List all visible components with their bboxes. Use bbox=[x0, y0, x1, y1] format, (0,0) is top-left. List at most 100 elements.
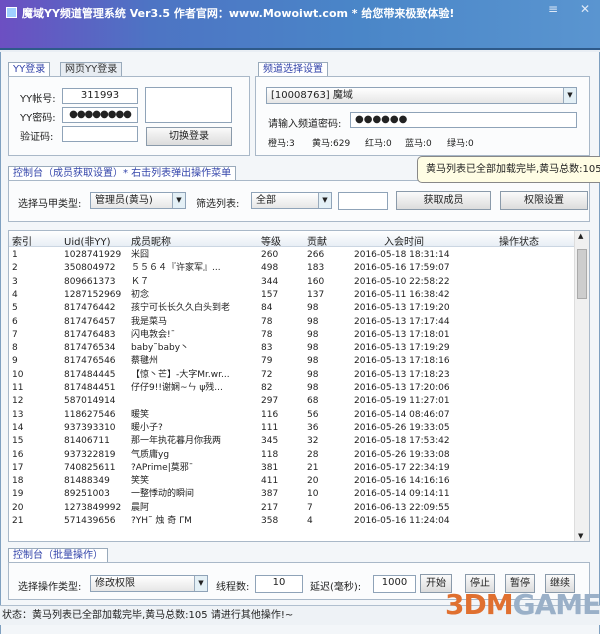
cell-level: 498 bbox=[261, 263, 279, 274]
filter-select[interactable]: 全部 ▼ bbox=[251, 192, 332, 209]
table-row[interactable]: 6 817476457 我是菜马 78 98 2016-05-13 17:17:44 bbox=[9, 316, 575, 329]
chevron-down-icon: ▼ bbox=[563, 88, 576, 103]
cell-index: 14 bbox=[12, 422, 24, 433]
scroll-up-icon[interactable]: ▲ bbox=[578, 232, 583, 240]
cell-join-time: 2016-05-13 17:17:44 bbox=[354, 316, 450, 327]
channel-select-value: [10008763] 魔域 bbox=[271, 90, 353, 101]
table-row[interactable]: 13 118627546 暖笑 116 56 2016-05-14 08:46:07 bbox=[9, 409, 575, 422]
cell-index: 2 bbox=[12, 263, 18, 274]
col-join-time[interactable]: 入会时间 bbox=[384, 233, 424, 248]
table-row[interactable]: 5 817476442 孩宁可长长久久白头到老 84 98 2016-05-13 17:1… bbox=[9, 302, 575, 315]
op-type-value: 修改权限 bbox=[95, 578, 135, 589]
col-contribution[interactable]: 贡献 bbox=[307, 233, 327, 248]
cell-join-time: 2016-05-18 18:31:14 bbox=[354, 250, 450, 260]
password-input[interactable]: ●●●●●●●● bbox=[62, 107, 138, 123]
cell-index: 9 bbox=[12, 356, 18, 367]
scroll-thumb[interactable] bbox=[577, 249, 587, 299]
op-type-select[interactable]: 修改权限 ▼ bbox=[90, 575, 208, 592]
cell-level: 217 bbox=[261, 502, 279, 513]
cell-index: 15 bbox=[12, 436, 24, 447]
cell-contribution: 98 bbox=[307, 329, 319, 340]
table-row[interactable]: 15 81406711 那一年执花暮月你我两 345 32 2016-05-18 17:5… bbox=[9, 435, 575, 448]
cell-join-time: 2016-05-13 17:20:06 bbox=[354, 383, 450, 393]
cell-join-time: 2016-05-16 17:59:07 bbox=[354, 263, 450, 274]
app-icon bbox=[6, 7, 17, 18]
table-row[interactable]: 4 1287152969 初念 157 137 2016-05-11 16:38:42 bbox=[9, 289, 575, 302]
cell-contribution: 56 bbox=[307, 409, 319, 420]
cell-join-time: 2016-05-18 17:53:42 bbox=[354, 436, 450, 447]
table-row[interactable]: 10 817484445 【惊丶芒】-大字Mr.wr... 72 98 2016-05-1… bbox=[9, 369, 575, 382]
cell-join-time: 2016-05-16 11:24:04 bbox=[354, 516, 450, 526]
table-row[interactable]: 9 817476546 蔡毽州 79 98 2016-05-13 17:18:16 bbox=[9, 355, 575, 368]
cell-nickname: 孩宁可长长久久白头到老 bbox=[131, 303, 231, 314]
cell-index: 12 bbox=[12, 396, 24, 407]
table-row[interactable]: 18 81488349 笑笑 411 20 2016-05-16 14:16:16 bbox=[9, 475, 575, 488]
cell-uid: 571439656 bbox=[64, 516, 116, 526]
table-row[interactable]: 19 89251003 一整悸动的瞬间 387 10 2016-05-14 09:14:1… bbox=[9, 488, 575, 501]
menu-icon[interactable]: ≡ bbox=[548, 2, 558, 16]
chevron-down-icon: ▼ bbox=[194, 576, 207, 591]
cell-uid: 817476483 bbox=[64, 329, 116, 340]
table-row[interactable]: 8 817476534 baby˜baby丶 83 98 2016-05-13 17:19… bbox=[9, 342, 575, 355]
cell-join-time: 2016-05-19 11:27:01 bbox=[354, 396, 450, 407]
tab-control-fetch[interactable]: 控制台（成员获取设置）* 右击列表弹出操作菜单 bbox=[8, 166, 237, 181]
channel-password-input[interactable]: ●●●●●● bbox=[350, 112, 577, 128]
scroll-down-icon[interactable]: ▼ bbox=[578, 532, 583, 540]
captcha-input[interactable] bbox=[62, 126, 138, 142]
count-red: 红马:0 bbox=[365, 139, 392, 149]
delay-input[interactable]: 1000 bbox=[373, 575, 416, 593]
cell-level: 358 bbox=[261, 516, 279, 526]
col-uid[interactable]: Uid(非YY) bbox=[64, 233, 110, 248]
account-input[interactable]: 311993 bbox=[62, 88, 138, 104]
cell-level: 72 bbox=[261, 369, 273, 380]
table-row[interactable]: 21 571439656 ?ΥΗ˜ 烛 奇 ΓΜ 358 4 2016-05-16 11:… bbox=[9, 515, 575, 528]
cell-join-time: 2016-05-10 22:58:22 bbox=[354, 276, 450, 287]
tab-yy-login[interactable]: YY登录 bbox=[8, 62, 51, 77]
cell-index: 18 bbox=[12, 476, 24, 487]
col-status[interactable]: 操作状态 bbox=[499, 233, 539, 248]
threads-input[interactable]: 10 bbox=[255, 575, 303, 593]
tab-batch-operations[interactable]: 控制台（批量操作） bbox=[8, 548, 108, 563]
vertical-scrollbar[interactable]: ▲ ▼ bbox=[574, 231, 589, 541]
channel-password-label: 请输入频道密码: bbox=[268, 119, 342, 130]
channel-select[interactable]: [10008763] 魔域 ▼ bbox=[266, 87, 577, 104]
permission-settings-button[interactable]: 权限设置 bbox=[500, 191, 588, 210]
cell-index: 5 bbox=[12, 303, 18, 314]
cell-uid: 817476546 bbox=[64, 356, 116, 367]
filter-text-input[interactable] bbox=[338, 192, 388, 210]
table-row[interactable]: 2 350804972 ５５６４『许家军』... 498 183 2016-05-16 1… bbox=[9, 262, 575, 275]
cell-level: 118 bbox=[261, 449, 279, 460]
cell-uid: 740825611 bbox=[64, 462, 116, 473]
table-row[interactable]: 14 937393310 暖小子? 111 36 2016-05-26 19:33:05 bbox=[9, 422, 575, 435]
col-level[interactable]: 等级 bbox=[261, 233, 281, 248]
tooltip: 黄马列表已全部加载完毕,黄马总数:105 bbox=[417, 156, 600, 183]
table-row[interactable]: 3 809661373 Ｋ７ 344 160 2016-05-10 22:58:22 bbox=[9, 276, 575, 289]
cell-contribution: 28 bbox=[307, 449, 319, 460]
tab-channel-settings[interactable]: 频道选择设置 bbox=[258, 62, 328, 77]
cell-contribution: 266 bbox=[307, 250, 325, 260]
cell-contribution: 98 bbox=[307, 303, 319, 314]
cell-uid: 350804972 bbox=[64, 263, 116, 274]
cell-contribution: 160 bbox=[307, 276, 325, 287]
table-row[interactable]: 1 1028741929 米囧 260 266 2016-05-18 18:31:14 bbox=[9, 249, 575, 262]
col-nickname[interactable]: 成员昵称 bbox=[131, 233, 171, 248]
member-type-select[interactable]: 管理员(黄马) ▼ bbox=[90, 192, 186, 209]
table-row[interactable]: 17 740825611 ?APrime|莫邪¯ 381 21 2016-05-17 22… bbox=[9, 462, 575, 475]
switch-login-button[interactable]: 切换登录 bbox=[146, 127, 232, 146]
close-icon[interactable]: ✕ bbox=[580, 2, 590, 16]
cell-index: 10 bbox=[12, 369, 24, 380]
table-row[interactable]: 20 1273849992 晨阿 217 7 2016-06-13 22:09:55 bbox=[9, 502, 575, 515]
table-row[interactable]: 12 587014914 297 68 2016-05-19 11:27:01 bbox=[9, 395, 575, 408]
fetch-members-button[interactable]: 获取成员 bbox=[396, 191, 491, 210]
cell-join-time: 2016-05-14 08:46:07 bbox=[354, 409, 450, 420]
count-blue: 蓝马:0 bbox=[405, 139, 432, 149]
cell-uid: 1287152969 bbox=[64, 289, 122, 300]
table-row[interactable]: 11 817484451 仔仔9!!谢娴~ㄣ ψ残... 82 98 2016-05-13… bbox=[9, 382, 575, 395]
table-row[interactable]: 7 817476483 闪电敦会!¯ 78 98 2016-05-13 17:18:01 bbox=[9, 329, 575, 342]
tab-web-yy-login[interactable]: 网页YY登录 bbox=[60, 62, 123, 77]
cell-uid: 937393310 bbox=[64, 422, 116, 433]
title-bar: 魔域YY频道管理系统 Ver3.5 作者官网：www.Mowoiwt.com *… bbox=[0, 0, 600, 50]
cell-index: 3 bbox=[12, 276, 18, 287]
table-row[interactable]: 16 937322819 气质庸yg 118 28 2016-05-26 19:33:08 bbox=[9, 449, 575, 462]
col-index[interactable]: 索引 bbox=[12, 233, 32, 248]
